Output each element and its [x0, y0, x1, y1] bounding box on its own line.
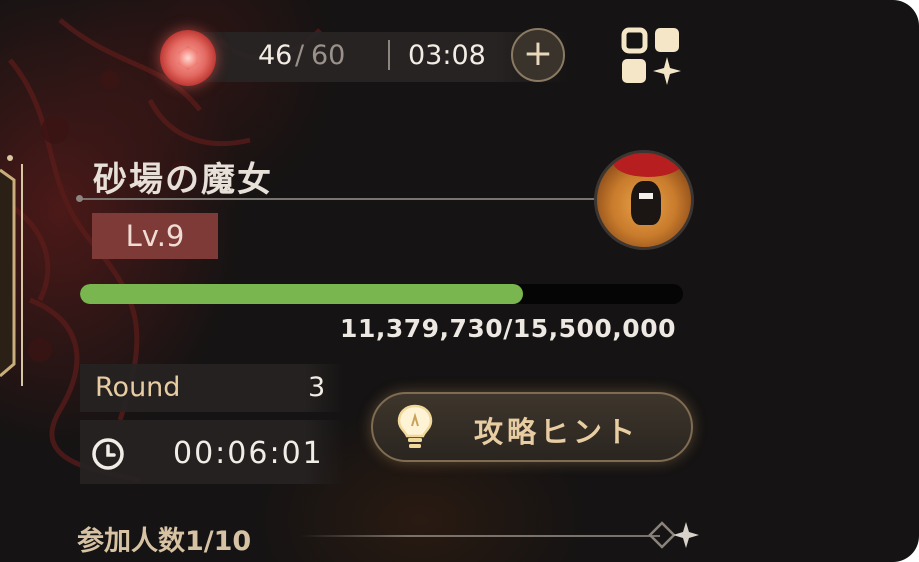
boss-hp-fill [80, 284, 523, 304]
avatar-figure [631, 181, 661, 225]
raid-panel: 46 / 60 03:08 + 砂場の魔女 Lv.9 11,379,730/15… [0, 0, 919, 562]
sparkle-icon [648, 521, 699, 549]
stamina-separator: / [295, 40, 305, 71]
round-label: Round [95, 372, 181, 403]
boss-level-badge: Lv.9 [92, 213, 218, 259]
boss-hp-text: 11,379,730/15,500,000 [340, 314, 676, 343]
stamina-recover-timer: 03:08 [408, 40, 486, 71]
card-frame-edge [0, 155, 23, 386]
avatar-hat [613, 153, 683, 177]
strategy-hint-label: 攻略ヒント [474, 415, 640, 449]
elapsed-time: 00:06:01 [173, 436, 324, 471]
name-underline [76, 195, 600, 202]
stamina-bar [158, 32, 568, 82]
participant-divider [300, 535, 660, 537]
lightbulb-icon [397, 404, 433, 448]
add-stamina-button[interactable]: + [511, 28, 565, 82]
stamina-gem-icon [160, 30, 216, 86]
boss-name: 砂場の魔女 [93, 160, 273, 200]
boss-hp-bar [80, 284, 683, 304]
stamina-current: 46 [258, 40, 293, 71]
stamina-divider [388, 40, 390, 70]
round-value: 3 [308, 372, 326, 403]
plus-icon: + [522, 33, 554, 74]
boss-avatar [594, 150, 694, 250]
participant-count: 参加人数1/10 [77, 526, 252, 557]
menu-grid-icon[interactable] [621, 27, 681, 85]
stamina-max: 60 [311, 40, 346, 71]
clock-icon [92, 438, 124, 470]
